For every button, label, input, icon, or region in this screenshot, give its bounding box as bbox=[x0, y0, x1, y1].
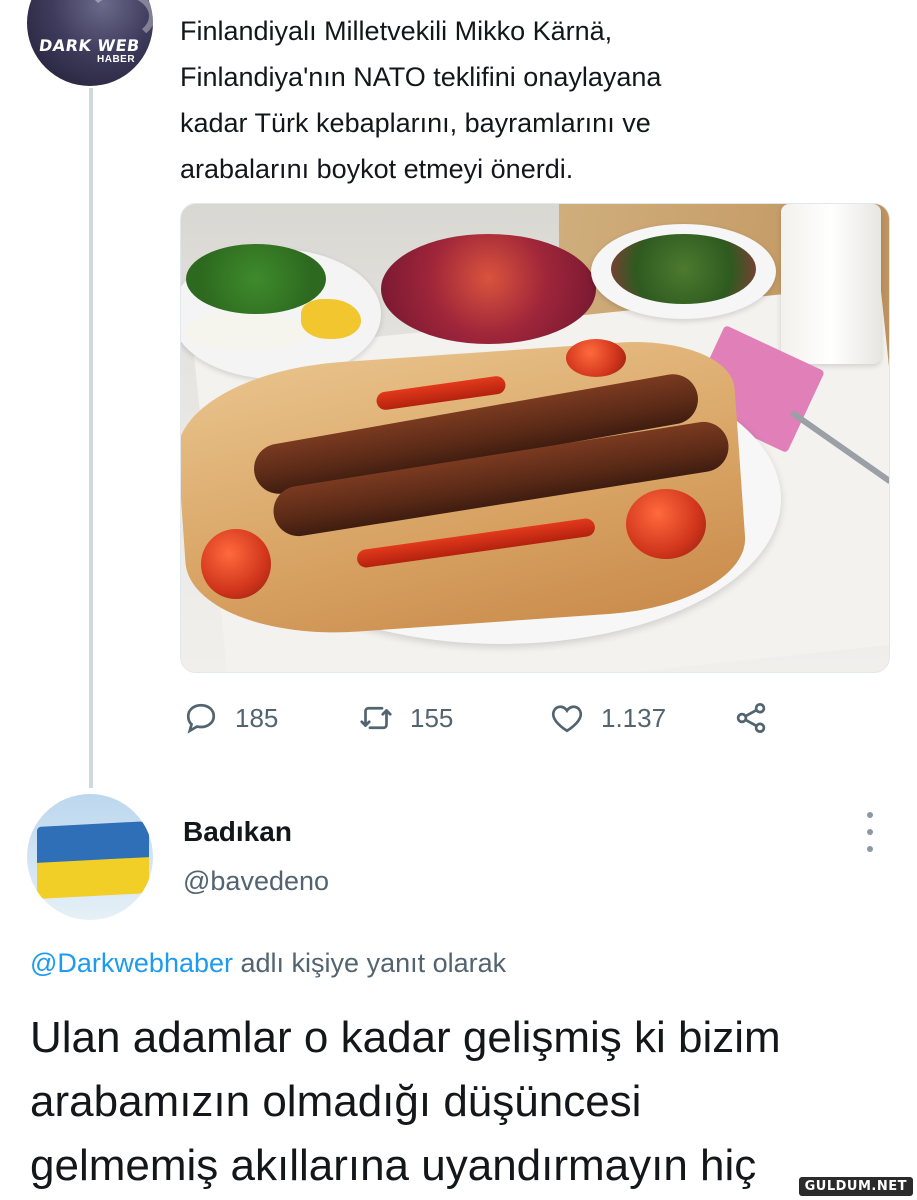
avatar-brand-text: DARK WEB bbox=[37, 36, 142, 55]
reply-text-line: Ulan adamlar o kadar gelişmiş ki bizim bbox=[30, 1013, 781, 1062]
more-dot-icon bbox=[867, 846, 873, 852]
tweet-action-bar: 185 155 1.137 bbox=[183, 700, 823, 740]
like-count: 1.137 bbox=[601, 702, 667, 733]
photo-green-salad bbox=[611, 234, 756, 304]
tweet-text-line: arabalarını boykot etmeyi önerdi. bbox=[180, 154, 574, 184]
reply-text-line: gelmemiş akıllarına uyandırmayın hiç bbox=[30, 1141, 757, 1190]
avatar-bavedeno[interactable] bbox=[27, 794, 153, 920]
thread-line bbox=[89, 88, 93, 788]
tweet-text-line: kadar Türk kebaplarını, bayramlarını ve bbox=[180, 108, 651, 138]
more-dot-icon bbox=[867, 829, 873, 835]
photo-onion bbox=[186, 314, 306, 349]
reply-to-mention-link[interactable]: @Darkwebhaber bbox=[30, 948, 233, 978]
reply-handle[interactable]: @bavedeno bbox=[183, 866, 329, 897]
retweet-count: 155 bbox=[410, 702, 454, 733]
photo-ayran-glass bbox=[781, 204, 881, 364]
replying-to-suffix: adlı kişiye yanıt olarak bbox=[233, 948, 507, 978]
photo-tomato bbox=[626, 489, 706, 559]
site-watermark: GULDUM.NET bbox=[798, 1177, 913, 1196]
tweet-text-line: Finlandiyalı Milletvekili Mikko Kärnä, bbox=[180, 16, 613, 46]
tweet-photo[interactable] bbox=[180, 203, 890, 673]
heart-icon bbox=[551, 705, 583, 733]
speech-bubble-icon bbox=[186, 703, 216, 734]
tweet-text-line: Finlandiya'nın NATO teklifini onaylayana bbox=[180, 62, 662, 92]
reply-display-name[interactable]: Badıkan bbox=[183, 816, 292, 848]
photo-red-salad bbox=[381, 234, 596, 344]
tweet-text: Finlandiyalı Milletvekili Mikko Kärnä, F… bbox=[180, 8, 880, 192]
more-options-button[interactable] bbox=[858, 812, 882, 852]
reply-text-line: arabamızın olmadığı düşüncesi bbox=[30, 1077, 642, 1126]
more-dot-icon bbox=[867, 812, 873, 818]
avatar-brand-subtext: HABER bbox=[97, 54, 136, 65]
like-button[interactable]: 1.137 bbox=[549, 700, 666, 736]
retweet-icon bbox=[360, 706, 392, 730]
reply-button[interactable]: 185 bbox=[183, 700, 278, 736]
retweet-button[interactable]: 155 bbox=[358, 700, 453, 736]
replying-to-line: @Darkwebhaber adlı kişiye yanıt olarak bbox=[30, 948, 506, 979]
photo-lemon bbox=[301, 299, 361, 339]
flag-yellow-stripe bbox=[37, 857, 149, 899]
share-button[interactable] bbox=[733, 700, 769, 736]
reply-text: Ulan adamlar o kadar gelişmiş ki bizim a… bbox=[30, 1006, 910, 1198]
photo-tomato bbox=[566, 339, 626, 377]
reply-count: 185 bbox=[235, 702, 279, 733]
share-icon bbox=[736, 703, 766, 733]
photo-tomato bbox=[201, 529, 271, 599]
avatar-darkwebhaber[interactable]: DARK WEB HABER bbox=[27, 0, 153, 86]
